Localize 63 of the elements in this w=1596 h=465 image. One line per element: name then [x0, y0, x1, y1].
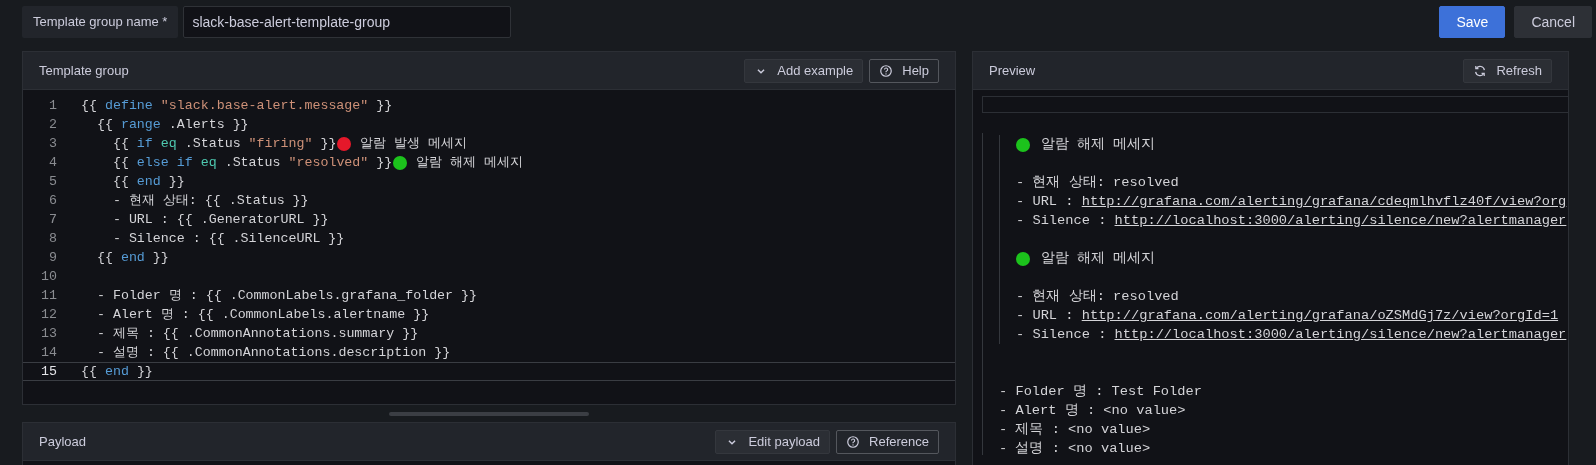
help-button[interactable]: Help [869, 58, 939, 83]
code-text: 알람 해제 메세지 [415, 154, 524, 172]
preview-text: - Silence : [1016, 212, 1107, 230]
preview-text: - 현재 상태: resolved [1016, 288, 1179, 306]
line-number: 8 [48, 230, 57, 248]
line-number: 15 [40, 363, 57, 381]
edit-payload-button[interactable]: Edit payload [715, 429, 830, 454]
line-number: 12 [40, 306, 57, 324]
line-number: 6 [48, 192, 57, 210]
add-example-button[interactable]: Add example [744, 58, 864, 83]
help-icon [846, 434, 860, 449]
line-number: 5 [48, 173, 57, 191]
help-icon [879, 63, 894, 78]
preview-text: - URL : [1016, 193, 1074, 211]
code-text: {{ end }} [95, 249, 169, 267]
preview-link[interactable]: http://localhost:3000/alerting/silence/new?alertmanager [1114, 211, 1567, 230]
preview-link[interactable]: http://grafana.com/alerting/grafana/cdeqmlhvflz40f/view?org [1081, 192, 1567, 211]
code-text: - 현재 상태: {{ .Status }} [111, 192, 309, 210]
preview-link[interactable]: http://grafana.com/alerting/grafana/oZSMdGj7z/view?orgId=1 [1081, 306, 1559, 325]
line-number: 11 [40, 287, 57, 305]
code-text: - Silence : {{ .SilenceURL }} [111, 230, 345, 248]
name-input[interactable]: slack-base-alert-template-group [183, 6, 512, 38]
cancel-button[interactable]: Cancel [1514, 6, 1592, 38]
panel-title: Preview [989, 63, 1036, 78]
preview-text: - 제목 : <no value> [999, 421, 1151, 439]
preview-text: - Silence : [1016, 326, 1107, 344]
code-text: - URL : {{ .GeneratorURL }} [111, 211, 329, 229]
code-text: - Folder 명 : {{ .CommonLabels.grafana_folder }} [95, 287, 477, 305]
line-number: 13 [40, 325, 57, 343]
save-button[interactable]: Save [1439, 6, 1506, 38]
line-number: 2 [48, 116, 57, 134]
code-text: {{ end }} [111, 173, 185, 191]
refresh-icon [1473, 63, 1488, 78]
code-text: - Alert 명 : {{ .CommonLabels.alertname }} [95, 306, 430, 324]
code-text: - 제목 : {{ .CommonAnnotations.summary }} [95, 325, 419, 343]
code-text: {{ if eq .Status "firing" }} [111, 135, 337, 153]
code-text: 알람 발생 메세지 [359, 135, 468, 153]
preview-heading: 알람 해제 메세지 [1041, 136, 1156, 154]
resize-handle[interactable] [389, 411, 589, 416]
code-text: {{ end }} [81, 363, 153, 381]
line-number: 3 [48, 135, 57, 153]
code-text: - 설명 : {{ .CommonAnnotations.description }} [95, 344, 451, 362]
preview-text: - 현재 상태: resolved [1016, 174, 1179, 192]
line-number: 14 [40, 344, 57, 362]
field-label: Template group name * [22, 6, 179, 38]
code-text: {{ range .Alerts }} [95, 116, 249, 134]
code-text: {{ define "slack.base-alert.message" }} [81, 97, 393, 115]
preview-link[interactable]: http://localhost:3000/alerting/silence/new?alertmanager [1114, 325, 1567, 344]
panel-title: Template group [39, 63, 129, 78]
line-number: 1 [48, 97, 57, 115]
code-text: {{ else if eq .Status "resolved" }} [111, 154, 393, 172]
refresh-button[interactable]: Refresh [1463, 58, 1552, 83]
preview-text: - 설명 : <no value> [999, 440, 1151, 458]
line-number: 10 [40, 268, 57, 286]
preview-text: - Folder 명 : Test Folder [999, 383, 1202, 401]
reference-button[interactable]: Reference [836, 429, 939, 454]
preview-heading: 알람 해제 메세지 [1041, 250, 1156, 268]
panel-title: Payload [39, 434, 86, 449]
preview-text: - URL : [1016, 307, 1074, 325]
preview-text: - Alert 명 : <no value> [999, 402, 1186, 420]
line-number: 7 [48, 211, 57, 229]
line-number: 4 [48, 154, 57, 172]
line-number: 9 [48, 249, 57, 267]
